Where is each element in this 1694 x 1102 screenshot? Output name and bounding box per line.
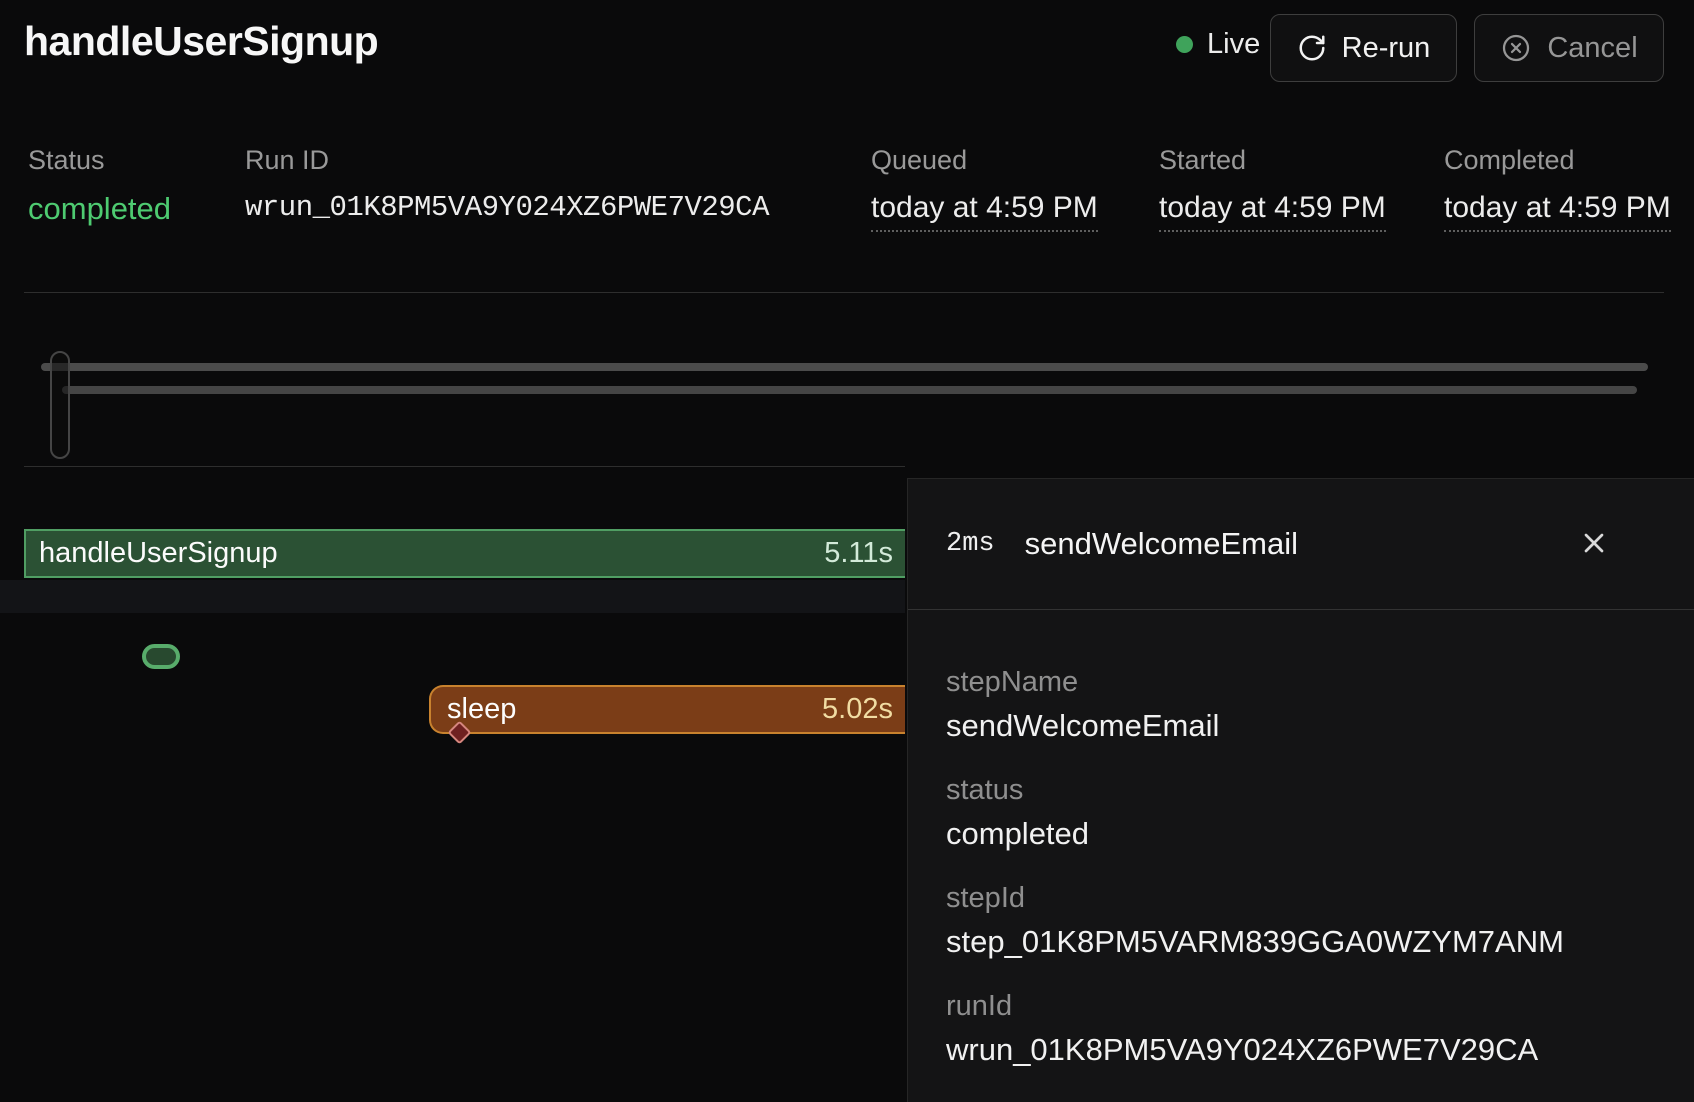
- minimap-track-root[interactable]: [41, 363, 1648, 371]
- field-stepid: stepId step_01K8PM5VARM839GGA0WZYM7ANM: [946, 882, 1654, 960]
- field-stepname: stepName sendWelcomeEmail: [946, 666, 1654, 744]
- timeline-bar-duration: 5.02s: [822, 693, 893, 726]
- field-value: wrun_01K8PM5VA9Y024XZ6PWE7V29CA: [946, 1032, 1654, 1068]
- meta-status: Status completed: [28, 145, 171, 227]
- cancel-label: Cancel: [1547, 32, 1637, 65]
- completed-timestamp[interactable]: today at 4:59 PM: [1444, 191, 1671, 232]
- meta-completed-label: Completed: [1444, 145, 1671, 176]
- queued-timestamp[interactable]: today at 4:59 PM: [871, 191, 1098, 232]
- field-value: step_01K8PM5VARM839GGA0WZYM7ANM: [946, 924, 1654, 960]
- timeline-bar-duration: 5.11s: [824, 537, 893, 570]
- step-title: sendWelcomeEmail: [1025, 526, 1298, 562]
- rerun-label: Re-run: [1342, 32, 1431, 65]
- page-title: handleUserSignup: [24, 18, 378, 65]
- panel-fields: stepName sendWelcomeEmail status complet…: [908, 610, 1694, 1068]
- timeline-bar-sleep[interactable]: sleep 5.02s: [429, 685, 905, 734]
- minimap-viewport-handle[interactable]: [50, 351, 70, 459]
- minimap-track-sleep[interactable]: [62, 386, 1637, 394]
- field-runid: runId wrun_01K8PM5VA9Y024XZ6PWE7V29CA: [946, 990, 1654, 1068]
- meta-started-label: Started: [1159, 145, 1386, 176]
- panel-header: 2ms sendWelcomeEmail: [908, 479, 1694, 609]
- status-badge: completed: [28, 191, 171, 227]
- field-label: stepId: [946, 882, 1654, 915]
- meta-status-label: Status: [28, 145, 171, 176]
- cancel-button[interactable]: Cancel: [1474, 14, 1664, 82]
- live-label: Live: [1207, 28, 1260, 61]
- field-label: stepName: [946, 666, 1654, 699]
- step-detail-panel: 2ms sendWelcomeEmail stepName sendWelcom…: [907, 478, 1694, 1102]
- run-id-value: wrun_01K8PM5VA9Y024XZ6PWE7V29CA: [245, 191, 769, 224]
- refresh-icon: [1297, 33, 1327, 63]
- meta-queued-label: Queued: [871, 145, 1098, 176]
- step-duration: 2ms: [946, 529, 995, 559]
- run-details-page: handleUserSignup Live Re-run Cancel Stat…: [0, 0, 1694, 1102]
- started-timestamp[interactable]: today at 4:59 PM: [1159, 191, 1386, 232]
- circle-x-icon: [1500, 32, 1532, 64]
- meta-queued: Queued today at 4:59 PM: [871, 145, 1098, 232]
- meta-started: Started today at 4:59 PM: [1159, 145, 1386, 232]
- header-divider: [24, 292, 1664, 293]
- meta-run-id-label: Run ID: [245, 145, 769, 176]
- field-label: runId: [946, 990, 1654, 1023]
- timeline-bar-sendwelcomeemail[interactable]: [142, 644, 180, 669]
- rerun-button[interactable]: Re-run: [1270, 14, 1457, 82]
- timeline-row-band: [0, 580, 905, 613]
- timeline-bar-handleusersignup[interactable]: handleUserSignup 5.11s: [24, 529, 905, 578]
- panel-close-button[interactable]: [1570, 520, 1618, 568]
- timeline-bar-label: handleUserSignup: [39, 537, 278, 570]
- close-icon: [1578, 527, 1610, 562]
- field-value: completed: [946, 816, 1654, 852]
- field-status: status completed: [946, 774, 1654, 852]
- meta-completed: Completed today at 4:59 PM: [1444, 145, 1671, 232]
- meta-run-id: Run ID wrun_01K8PM5VA9Y024XZ6PWE7V29CA: [245, 145, 769, 224]
- live-dot-icon: [1176, 36, 1193, 53]
- field-label: status: [946, 774, 1654, 807]
- field-value: sendWelcomeEmail: [946, 708, 1654, 744]
- live-indicator: Live: [1176, 28, 1260, 61]
- timeline-divider: [24, 466, 905, 467]
